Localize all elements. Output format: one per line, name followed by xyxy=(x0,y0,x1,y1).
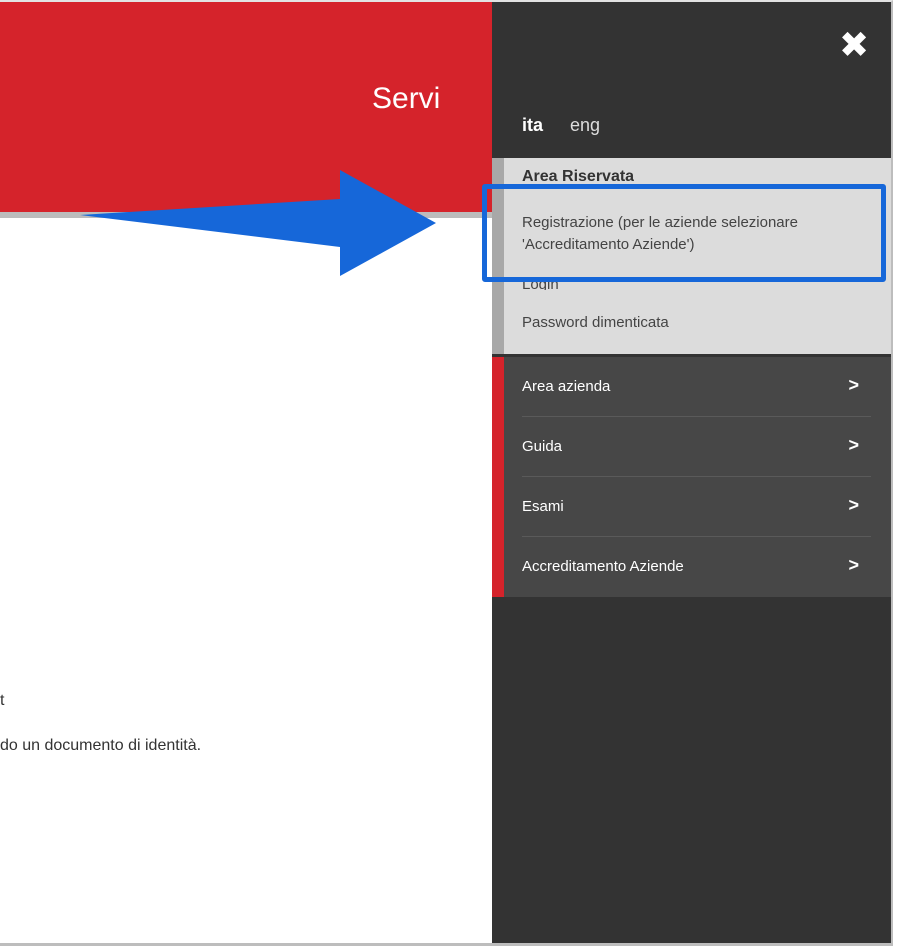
forgot-password-link[interactable]: Password dimenticata xyxy=(522,314,669,331)
menu-item-guida[interactable]: Guida > xyxy=(492,417,891,477)
side-menu: ✖ ita eng Area Riservata Registrazione (… xyxy=(492,2,891,943)
chevron-right-icon: > xyxy=(848,435,859,455)
menu-item-label: Esami xyxy=(522,498,564,515)
page-header: Servi xyxy=(0,2,492,218)
menu-item-area-azienda[interactable]: Area azienda > xyxy=(492,357,891,417)
menu-item-label: Guida xyxy=(522,438,563,455)
close-icon[interactable]: ✖ xyxy=(839,27,869,63)
language-ita-link[interactable]: ita xyxy=(522,115,543,135)
menu-item-label: Accreditamento Aziende xyxy=(522,558,684,575)
menu-item-esami[interactable]: Esami > xyxy=(492,477,891,537)
menu-item-label: Area azienda xyxy=(522,378,611,395)
chevron-right-icon: > xyxy=(848,495,859,515)
menu-item-accreditamento-aziende[interactable]: Accreditamento Aziende > xyxy=(492,537,891,597)
chevron-right-icon: > xyxy=(848,555,859,575)
body-text-line: t xyxy=(0,692,5,709)
language-eng-link[interactable]: eng xyxy=(570,115,600,135)
language-switcher: ita eng xyxy=(522,115,600,136)
chevron-right-icon: > xyxy=(848,375,859,395)
page-title: Servi xyxy=(372,82,441,115)
body-text-line: do un documento di identità. xyxy=(0,737,202,754)
menu-nav-list: Area azienda > Guida > Esami > Accredita… xyxy=(492,357,891,597)
highlight-box xyxy=(482,184,886,282)
browser-viewport: Servi t do un documento di identità. ✖ i… xyxy=(0,0,893,946)
